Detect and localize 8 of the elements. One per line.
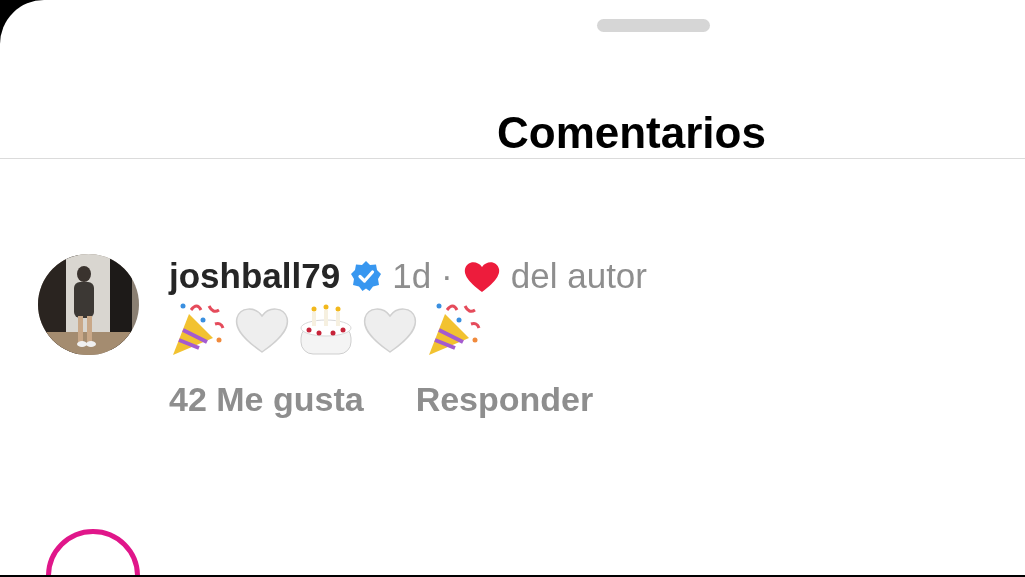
reply-button[interactable]: Responder: [415, 380, 594, 419]
username[interactable]: joshball79: [169, 256, 341, 296]
likes-count[interactable]: 42 Me gusta: [169, 380, 364, 419]
drag-handle[interactable]: [597, 19, 710, 32]
separator-dot: ·: [441, 256, 453, 296]
comment-time: 1d: [392, 256, 432, 296]
sheet-title: Comentarios: [497, 108, 766, 158]
author-like-label: del autor: [510, 256, 647, 296]
